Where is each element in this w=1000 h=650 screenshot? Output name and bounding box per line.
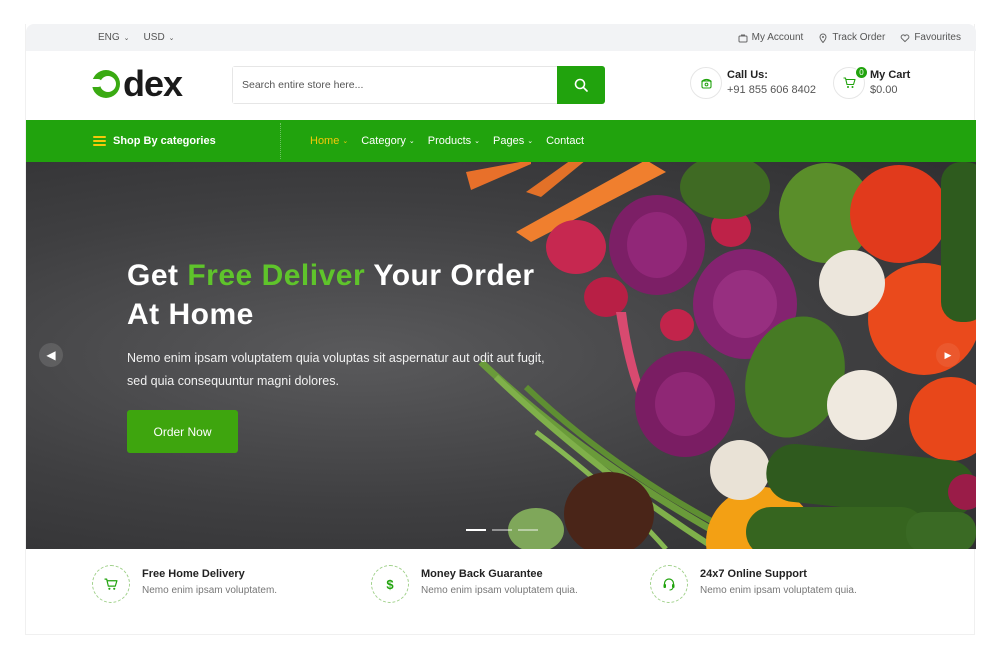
cart-total: $0.00 [870,84,898,96]
hero-title-highlight: Free Deliver [187,259,366,292]
feature-desc: Nemo enim ipsam voluptatem quia. [700,585,857,596]
call-title: Call Us: [727,69,768,81]
features-strip: Free Home Delivery Nemo enim ipsam volup… [26,549,976,635]
language-label: ENG [98,32,120,43]
feature-online-support: 24x7 Online Support Nemo enim ipsam volu… [650,565,857,603]
hero-title-part2: Your Order [365,259,535,292]
hero-title-line2: At Home [127,298,254,331]
hero-subtitle-line2: sed quia consequuntur magni dolores. [127,374,339,388]
call-us[interactable]: Call Us: +91 855 606 8402 [690,67,816,99]
feature-free-delivery: Free Home Delivery Nemo enim ipsam volup… [92,565,277,603]
chevron-down-icon: ⌄ [527,138,534,145]
search-icon [574,78,588,92]
feature-title: 24x7 Online Support [700,568,807,580]
heart-icon [900,33,910,43]
slider-prev-button[interactable]: ◀ [39,343,63,367]
feature-title: Money Back Guarantee [421,568,543,580]
nav-item-label: Pages [493,135,525,147]
cart-icon [92,565,130,603]
chevron-right-icon: ▶ [944,349,952,360]
nav-item-home[interactable]: Home ⌄ [310,135,348,147]
search-input[interactable] [233,67,557,103]
feature-title: Free Home Delivery [142,568,245,580]
search-bar [232,66,605,104]
chevron-down-icon: ⌄ [168,34,175,42]
my-account-label: My Account [751,32,804,43]
favourites-link[interactable]: Favourites [900,32,961,43]
favourites-label: Favourites [914,32,961,43]
hero-slider: Get Free Deliver Your Order At Home Nemo… [26,162,976,549]
nav-item-label: Products [427,135,472,147]
page-frame: ENG ⌄ USD ⌄ My Account Track Order Favou… [25,24,976,635]
track-order-link[interactable]: Track Order [818,32,885,43]
currency-label: USD [143,32,165,43]
logo-text: dex [123,63,183,104]
logo[interactable]: dex [90,63,183,104]
main-nav: Shop By categories Home ⌄ Category ⌄ Pro… [26,120,976,162]
nav-item-pages[interactable]: Pages ⌄ [493,135,533,147]
briefcase-icon [738,33,748,43]
nav-item-products[interactable]: Products ⌄ [428,135,480,147]
hamburger-icon [93,136,106,146]
slider-dot[interactable] [466,529,486,531]
chevron-down-icon: ⌄ [408,138,415,145]
nav-item-label: Home [310,135,340,147]
top-bar: ENG ⌄ USD ⌄ My Account Track Order Favou… [26,24,976,51]
my-account-link[interactable]: My Account [738,32,804,43]
slider-dot[interactable] [492,529,512,531]
location-pin-icon [818,33,828,43]
header: dex Call Us: +91 855 606 8402 0 My Cart [26,51,976,120]
hero-subtitle-line1: Nemo enim ipsam voluptatem quia voluptas… [127,351,545,365]
hero-title: Get Free Deliver Your Order At Home [127,256,535,334]
nav-item-category[interactable]: Category ⌄ [361,135,415,147]
search-button[interactable] [557,66,605,104]
cart-count-badge: 0 [855,66,868,79]
call-number: +91 855 606 8402 [727,84,817,96]
chevron-down-icon: ⌄ [123,34,130,42]
shop-by-categories-button[interactable]: Shop By categories [93,120,216,162]
feature-money-back: $ Money Back Guarantee Nemo enim ipsam v… [371,565,578,603]
feature-desc: Nemo enim ipsam voluptatem quia. [421,585,578,596]
language-selector[interactable]: ENG ⌄ [98,32,130,43]
cart-button[interactable]: 0 My Cart $0.00 [833,66,911,99]
dollar-icon: $ [371,565,409,603]
chevron-left-icon: ◀ [46,348,56,362]
headset-icon [650,565,688,603]
nav-menu: Home ⌄ Category ⌄ Products ⌄ Pages ⌄ Con… [310,120,584,162]
slider-dots [466,529,538,531]
logo-mark-icon [90,70,120,98]
currency-selector[interactable]: USD ⌄ [144,32,175,43]
nav-item-contact[interactable]: Contact [546,135,584,147]
chevron-down-icon: ⌄ [342,138,349,145]
nav-item-label: Contact [546,135,585,147]
nav-divider [280,123,281,159]
chevron-down-icon: ⌄ [474,138,481,145]
hero-subtitle: Nemo enim ipsam voluptatem quia voluptas… [127,347,597,393]
phone-icon [690,67,722,99]
nav-item-label: Category [361,135,406,147]
cart-title: My Cart [870,69,911,81]
track-order-label: Track Order [832,32,886,43]
slider-dot[interactable] [518,529,538,531]
categories-label: Shop By categories [113,135,216,147]
feature-desc: Nemo enim ipsam voluptatem. [142,585,278,596]
slider-next-button[interactable]: ▶ [936,343,960,367]
hero-title-part1: Get [127,259,188,292]
order-now-button[interactable]: Order Now [127,410,238,453]
